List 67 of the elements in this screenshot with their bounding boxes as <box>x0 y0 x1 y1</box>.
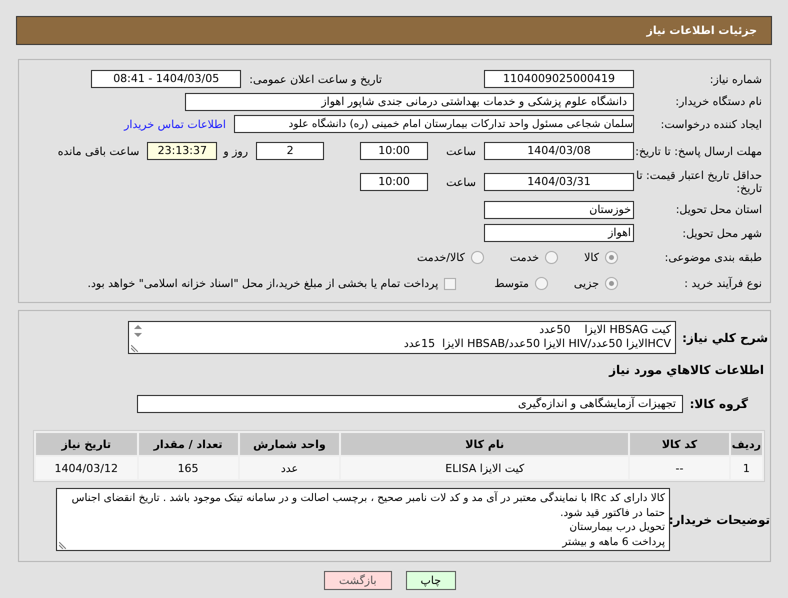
field-label: نام دستگاه خریدار: <box>674 95 763 108</box>
checkbox[interactable] <box>444 278 456 290</box>
field-label: مهلت ارسال پاسخ: تا تاریخ: <box>634 144 763 158</box>
column-header: تعداد / مقدار <box>138 433 238 455</box>
field-label: ساعت <box>446 176 476 188</box>
field-label: روز و <box>223 144 248 158</box>
requester-field: سلمان شجاعی مسئول واحد تدارکات بیمارستان امام خمینی (ره) دانشگاه علود <box>234 115 634 133</box>
notes-line: کالا دارای کد IRc با نمایندگی معتبر در آی مد و کد لات نامبر صحیح ، برچسب اصالت و در سامانه تیتک موجود باشد . تاریخ انقضای اجناس حتما در فاکتور قید شود. <box>70 491 665 520</box>
goods-group-field: تجهیزات آزمایشگاهی و اندازه‌گیری <box>137 395 683 413</box>
field-label: گروه کالا: <box>688 397 749 411</box>
column-header: ردیف <box>730 433 762 455</box>
table-cell: 1 <box>730 457 762 479</box>
print-button[interactable]: چاپ <box>406 571 456 590</box>
resize-grip-icon[interactable] <box>131 345 138 352</box>
page-title: جزئیات اطلاعات نیاز <box>646 24 757 37</box>
field-label: ساعت <box>446 144 476 158</box>
table-cell: 165 <box>138 457 238 479</box>
notes-line: پرداخت 6 ماهه و بیشتر <box>561 534 665 549</box>
radio-button[interactable] <box>605 251 618 264</box>
field-label: طبقه بندی موضوعی: <box>664 251 763 264</box>
scroll-arrows-icon[interactable] <box>133 324 143 338</box>
radio-label: متوسط <box>494 277 529 290</box>
column-header: تاریخ نیاز <box>36 433 137 455</box>
radio-button[interactable] <box>545 251 558 264</box>
deadline-date-field: 1404/03/08 <box>484 142 634 160</box>
section-title: اطلاعات کالاهاي مورد نياز <box>609 363 765 377</box>
summary-line: HCVالایزا 50عدد/HIV الایزا 50عدد/HBSAB الایزا 15عدد <box>402 336 671 350</box>
table-cell: -- <box>630 457 729 479</box>
validity-date-field: 1404/03/31 <box>484 173 634 191</box>
table-cell: عدد <box>240 457 340 479</box>
radio-label: کالا/خدمت <box>417 251 465 264</box>
table-cell: 1404/03/12 <box>36 457 137 479</box>
radio-button[interactable] <box>534 277 548 290</box>
summary-line: کیت HBSAG الایزا 50عدد <box>538 323 671 336</box>
need-number-field: 1104009025000419 <box>484 70 634 88</box>
checkbox-label: پرداخت تمام یا بخشی از مبلغ خرید،از محل "اسناد خزانه اسلامی" خواهد بود. <box>88 277 438 290</box>
field-label: نوع فرآیند خرید : <box>683 277 763 290</box>
radio-button[interactable] <box>605 277 618 290</box>
radio-label: جزیی <box>574 277 599 290</box>
field-label: شرح کلي نياز: <box>681 330 769 344</box>
field-label: ایجاد کننده درخواست: <box>660 118 763 130</box>
days-field: 2 <box>256 142 324 160</box>
field-label: شهر محل تحویل: <box>681 226 763 240</box>
radio-label: خدمت <box>510 251 540 264</box>
resize-grip-icon[interactable] <box>59 542 66 549</box>
table-cell: کیت الایزا ELISA <box>341 457 628 479</box>
province-field: خوزستان <box>484 200 634 218</box>
field-label: توضیحات خریدار: <box>672 512 770 526</box>
column-header: نام کالا <box>341 433 628 455</box>
buyer-contact-link[interactable]: اطلاعات تماس خریدار <box>124 118 226 130</box>
field-label: حداقل تاریخ اعتبار قیمت: تا تاریخ: <box>635 169 763 195</box>
city-field: اهواز <box>484 224 634 242</box>
remaining-time-field: 23:13:37 <box>147 142 218 160</box>
notes-line: تحویل درب بیمارستان <box>568 520 665 534</box>
validity-time-field: 10:00 <box>360 173 428 191</box>
field-label: تاریخ و ساعت اعلان عمومی: <box>249 72 382 86</box>
buyer-org-field: دانشگاه علوم پزشکی و خدمات بهداشتی درمانی جندی شاپور اهواز <box>185 92 634 110</box>
radio-label: کالا <box>584 251 599 264</box>
field-label: ساعت باقی مانده <box>58 144 140 158</box>
announce-date-field: 1404/03/05 - 08:41 <box>91 70 242 88</box>
column-header: کد کالا <box>630 433 729 455</box>
deadline-time-field: 10:00 <box>360 142 428 160</box>
back-button[interactable]: بازگشت <box>324 571 392 590</box>
column-header: واحد شمارش <box>240 433 340 455</box>
field-label: استان محل تحویل: <box>674 203 763 216</box>
radio-button[interactable] <box>470 251 484 264</box>
field-label: شماره نیاز: <box>708 72 763 86</box>
